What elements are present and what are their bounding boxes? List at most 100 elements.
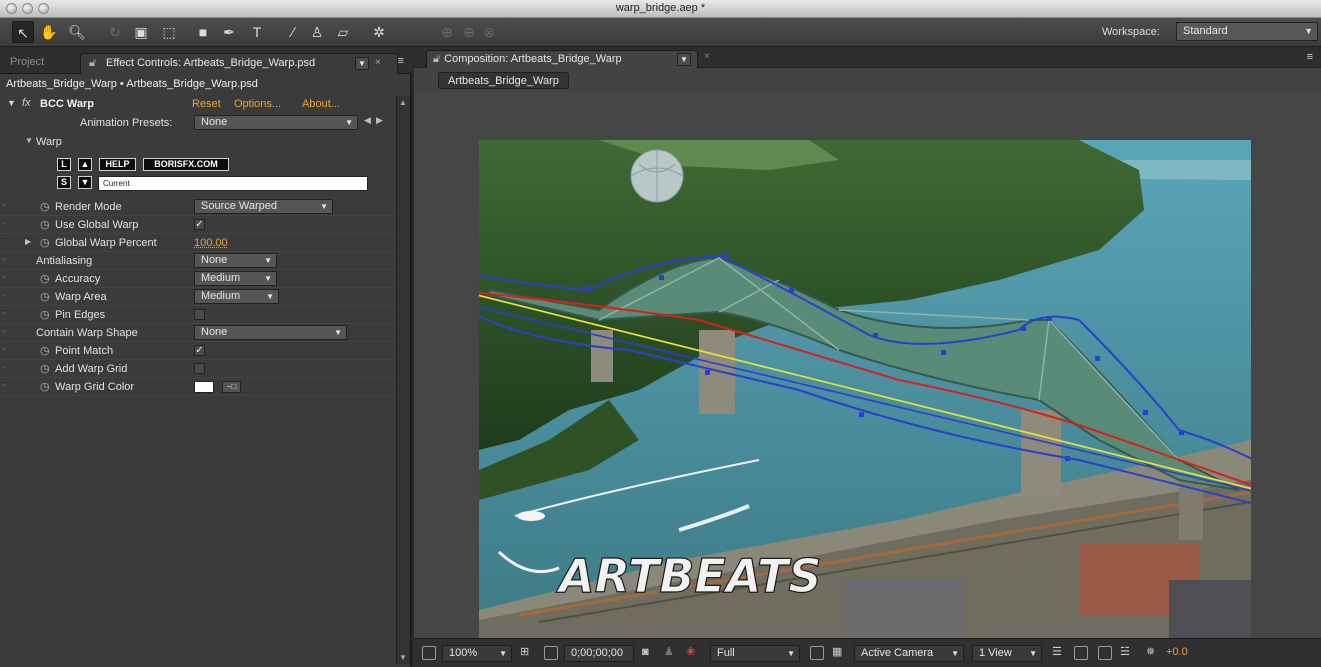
options-link[interactable]: Options... [234, 98, 281, 110]
effect-header[interactable]: ▼ fx BCC Warp Reset Options... About... [0, 96, 396, 114]
accuracy-select[interactable]: Medium ▼ [194, 271, 277, 286]
camera-select[interactable]: Active Camera ▼ [854, 645, 964, 662]
stopwatch-icon[interactable]: ◷ [40, 290, 50, 303]
preset-name-field[interactable]: Current [98, 176, 368, 191]
previous-preset-icon[interactable]: ◀ [364, 115, 371, 126]
magnification-select[interactable]: 100% ▼ [442, 645, 512, 662]
stopwatch-icon[interactable]: ◷ [40, 200, 50, 213]
tab-composition[interactable]: 🔓︎ Composition: Artbeats_Bridge_Warp ▼ [426, 50, 698, 68]
lock-icon[interactable]: 🔓︎ [89, 57, 100, 70]
view-axis-icon[interactable]: ⊗ [478, 21, 500, 43]
warp-area-select[interactable]: Medium ▼ [194, 289, 279, 304]
workspace-select[interactable]: Standard ▼ [1176, 22, 1318, 41]
show-snapshot-icon[interactable]: ♟ [664, 645, 674, 662]
resolution-select[interactable]: Full ▼ [710, 645, 800, 662]
lock-icon[interactable]: 🔓︎ [433, 53, 440, 65]
eyedropper-icon[interactable]: −□ [222, 381, 241, 393]
pin-edges-checkbox[interactable] [194, 309, 205, 320]
left-tab-bar: Project 🔓︎ Effect Controls: Artbeats_Brid… [0, 48, 412, 74]
composition-flow-button[interactable]: Artbeats_Bridge_Warp [438, 72, 569, 89]
selection-tool-icon[interactable]: ↖ [12, 21, 34, 43]
safe-zones-icon[interactable]: ⊞ [520, 645, 529, 662]
snapshot-camera-icon[interactable]: ◙ [642, 645, 649, 662]
zoom-tool-icon[interactable]: 🔍︎ [66, 21, 88, 43]
save-preset-button[interactable]: S [57, 176, 71, 189]
scroll-up-icon[interactable]: ▲ [399, 98, 407, 107]
flowchart-icon[interactable]: ☱ [1120, 645, 1130, 662]
scroll-down-icon[interactable]: ▼ [399, 653, 407, 662]
about-link[interactable]: About... [302, 98, 340, 110]
pixel-aspect-icon[interactable]: ☰ [1052, 645, 1062, 662]
fx-switch-icon[interactable]: fx [22, 97, 31, 109]
expand-triangle-icon[interactable]: ▼ [7, 98, 16, 108]
fast-previews-icon[interactable] [1074, 646, 1088, 660]
close-icon[interactable]: × [375, 57, 381, 68]
stopwatch-icon[interactable]: ◷ [40, 272, 50, 285]
transparency-grid-icon[interactable]: ▦ [832, 645, 842, 662]
channels-icon[interactable]: ❀ [686, 645, 695, 662]
contain-warp-shape-select[interactable]: None ▼ [194, 325, 347, 340]
eraser-tool-icon[interactable]: ▱ [332, 21, 354, 43]
stopwatch-icon[interactable]: ◷ [40, 236, 50, 249]
tab-project[interactable]: Project [2, 53, 52, 74]
help-button[interactable]: HELP [99, 158, 136, 171]
up-arrow-icon[interactable]: ▲ [78, 158, 92, 171]
puppet-pin-tool-icon[interactable]: ✲ [368, 21, 390, 43]
panel-menu-icon[interactable]: ≡ [1307, 51, 1313, 63]
stopwatch-icon[interactable]: ◷ [40, 308, 50, 321]
current-time-field[interactable]: 0;00;00;00 [564, 645, 634, 662]
exposure-value[interactable]: +0.0 [1166, 645, 1188, 662]
stopwatch-icon[interactable]: ◷ [40, 344, 50, 357]
stopwatch-icon[interactable]: ◷ [40, 218, 50, 231]
borisfx-link-button[interactable]: BORISFX.COM [143, 158, 229, 171]
expand-triangle-icon[interactable]: ▼ [25, 136, 33, 145]
effect-name: BCC Warp [40, 98, 94, 110]
stopwatch-icon[interactable]: ◷ [40, 362, 50, 375]
hand-tool-icon[interactable]: ✋ [38, 21, 60, 43]
exposure-reset-icon[interactable]: ✵ [1146, 645, 1155, 662]
row-dot-icon: • [3, 255, 6, 264]
use-global-warp-checkbox[interactable]: ✓ [194, 219, 205, 230]
down-arrow-icon[interactable]: ▼ [78, 176, 92, 189]
animation-presets-select[interactable]: None ▼ [194, 115, 358, 130]
panel-menu-icon[interactable]: ≡ [398, 55, 404, 67]
expand-triangle-icon[interactable]: ▶ [25, 237, 31, 246]
composition-viewer[interactable]: ARTBEATS [414, 92, 1321, 638]
warp-grid-color-swatch[interactable] [194, 381, 214, 393]
global-warp-percent-value[interactable]: 100.00 [194, 237, 228, 249]
warp-group-row[interactable]: ▼ Warp [0, 133, 396, 151]
camera-tool-icon[interactable]: ▣ [130, 21, 152, 43]
render-mode-select[interactable]: Source Warped ▼ [194, 199, 333, 214]
timeline-icon[interactable] [1098, 646, 1112, 660]
rotation-tool-icon[interactable]: ↻ [104, 21, 126, 43]
next-preset-icon[interactable]: ▶ [376, 115, 383, 126]
mask-visibility-icon[interactable] [544, 646, 558, 660]
close-icon[interactable]: × [704, 51, 710, 62]
always-preview-icon[interactable] [422, 646, 436, 660]
global-warp-percent-row: ▶ ◷ Global Warp Percent 100.00 [0, 234, 396, 252]
tab-dropdown-icon[interactable]: ▼ [677, 53, 691, 66]
axis-mode-icon[interactable]: ⊕ [436, 21, 458, 43]
tab-effect-controls[interactable]: 🔓︎ Effect Controls: Artbeats_Bridge_Warp.… [80, 53, 398, 74]
pan-behind-tool-icon[interactable]: ⬚ [158, 21, 180, 43]
stopwatch-icon[interactable]: ◷ [40, 380, 50, 393]
add-warp-grid-checkbox[interactable] [194, 363, 205, 374]
pen-tool-icon[interactable]: ✒ [218, 21, 240, 43]
warp-area-label: Warp Area [55, 291, 107, 303]
tab-composition-label: Composition: Artbeats_Bridge_Warp [444, 53, 622, 65]
reset-link[interactable]: Reset [192, 98, 221, 110]
brush-tool-icon[interactable]: ∕ [282, 21, 304, 43]
point-match-checkbox[interactable]: ✓ [194, 345, 205, 356]
tab-effect-controls-label: Effect Controls: Artbeats_Bridge_Warp.ps… [106, 57, 316, 69]
type-tool-icon[interactable]: T [246, 21, 268, 43]
world-axis-icon[interactable]: ⊕ [458, 21, 480, 43]
tab-dropdown-icon[interactable]: ▼ [355, 57, 369, 70]
effect-controls-scrollbar[interactable]: ▲ ▼ [396, 96, 410, 664]
antialiasing-select[interactable]: None ▼ [194, 253, 277, 268]
clone-stamp-tool-icon[interactable]: ♙ [306, 21, 328, 43]
region-of-interest-icon[interactable] [810, 646, 824, 660]
view-layout-select[interactable]: 1 View ▼ [972, 645, 1042, 662]
composition-frame[interactable]: ARTBEATS [479, 140, 1251, 638]
rectangle-tool-icon[interactable]: ■ [192, 21, 214, 43]
load-preset-button[interactable]: L [57, 158, 71, 171]
